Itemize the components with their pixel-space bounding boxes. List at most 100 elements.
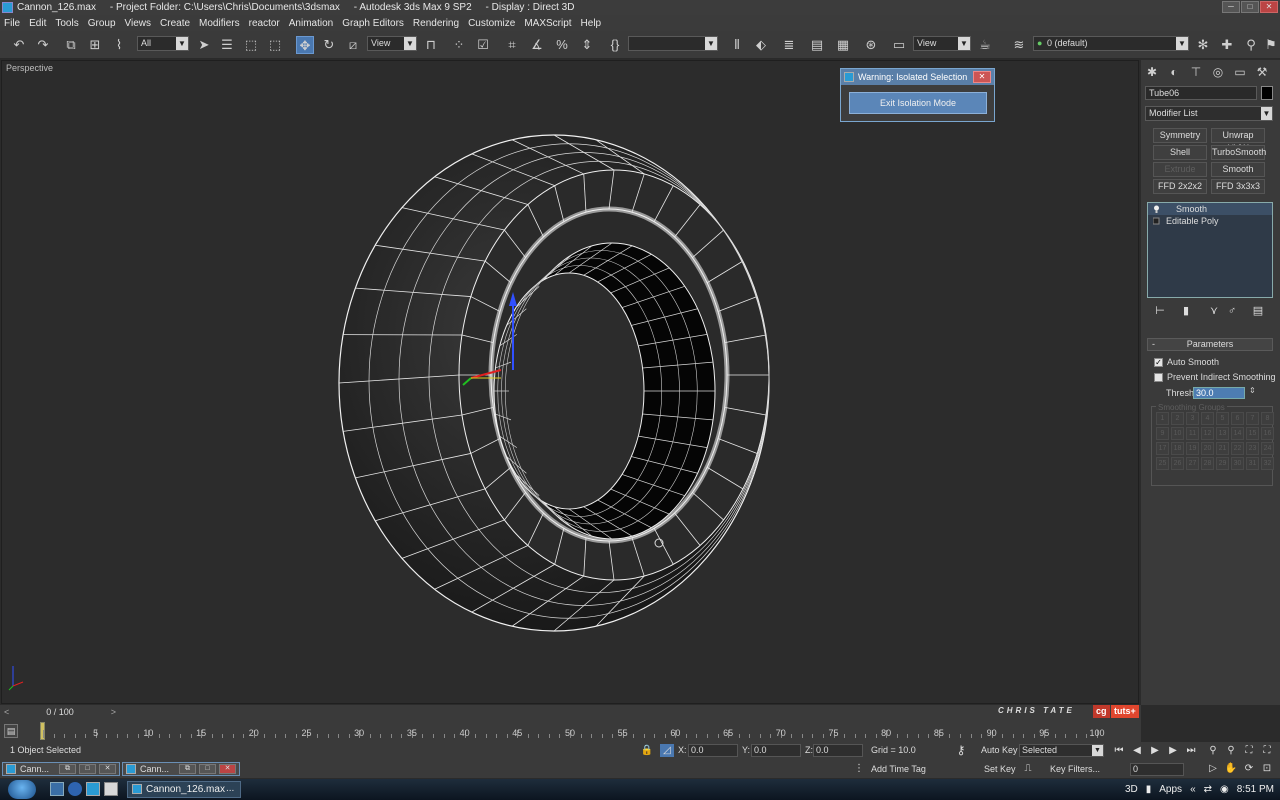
schematic-view-icon[interactable]: ▦ <box>834 36 852 54</box>
set-key-button[interactable]: Set Key <box>984 764 1016 774</box>
smoothing-group-1[interactable]: 1 <box>1156 412 1169 425</box>
modifier-stack[interactable]: Smooth Editable Poly <box>1147 202 1273 298</box>
auto-smooth-checkbox[interactable]: ✓ <box>1154 358 1163 367</box>
quick-render-icon[interactable]: ☕ <box>976 36 994 54</box>
track-bar[interactable]: ▤ 5 10 15 20 25 30 35 40 45 50 55 60 65 70 75 80 85 90 95 1… <box>0 720 1141 742</box>
bind-space-warp-icon[interactable]: ⌇ <box>110 36 128 54</box>
angle-snap-icon[interactable]: ∡ <box>528 36 546 54</box>
set-current-layer-icon[interactable]: ⚑ <box>1262 36 1280 54</box>
menu-file[interactable]: File <box>4 18 20 29</box>
key-icon[interactable]: ⚷ <box>952 744 970 757</box>
smoothing-group-21[interactable]: 21 <box>1216 442 1229 455</box>
select-by-name-icon[interactable]: ☰ <box>218 36 236 54</box>
shell-button[interactable]: Shell <box>1153 145 1207 160</box>
menu-modifiers[interactable]: Modifiers <box>199 18 240 29</box>
unwrap-uvw-button[interactable]: Unwrap UVW <box>1211 128 1265 153</box>
layers-icon[interactable]: ≋ <box>1010 36 1028 54</box>
open-mini-curve-editor-icon[interactable]: ▤ <box>4 724 18 738</box>
maximize-icon[interactable]: □ <box>199 764 216 774</box>
tire-mesh[interactable] <box>1 60 1139 704</box>
redo-icon[interactable]: ↷ <box>34 36 52 54</box>
network-icon[interactable]: ⇄ <box>1204 784 1212 795</box>
hierarchy-tab-icon[interactable]: ⊤ <box>1189 65 1203 79</box>
go-to-end-icon[interactable]: ⏭ <box>1184 744 1198 757</box>
app-icon[interactable] <box>2 2 13 13</box>
select-and-scale-icon[interactable]: ⧄ <box>344 36 362 54</box>
menu-graph-editors[interactable]: Graph Editors <box>342 18 404 29</box>
taskbar-item-3dsmax[interactable]: Cannon_126.max <box>127 781 241 798</box>
named-selection-dropdown[interactable]: ▼ <box>628 36 718 51</box>
add-time-tag[interactable]: Add Time Tag <box>871 764 926 774</box>
previous-frame-icon[interactable]: ◀ <box>1130 744 1144 757</box>
snaps-toggle-icon[interactable]: ⌗ <box>503 36 521 54</box>
maximize-viewport-icon[interactable]: ⊡ <box>1260 762 1274 775</box>
smoothing-group-25[interactable]: 25 <box>1156 457 1169 470</box>
lightbulb-icon[interactable] <box>1153 205 1160 213</box>
restore-icon[interactable]: ⧉ <box>59 764 76 774</box>
create-layer-icon[interactable]: ✻ <box>1194 36 1212 54</box>
edit-named-selection-icon[interactable]: {} <box>606 36 624 54</box>
minimize-button[interactable]: ─ <box>1222 1 1240 13</box>
smoothing-group-12[interactable]: 12 <box>1201 427 1214 440</box>
smoothing-group-28[interactable]: 28 <box>1201 457 1214 470</box>
smoothing-group-29[interactable]: 29 <box>1216 457 1229 470</box>
next-frame-icon[interactable]: ▶ <box>1166 744 1180 757</box>
configure-modifier-sets-icon[interactable]: ▤ <box>1251 304 1265 318</box>
menu-create[interactable]: Create <box>160 18 190 29</box>
lock-selection-icon[interactable]: 🔒 <box>640 744 654 757</box>
parameters-rollout-header[interactable]: - Parameters <box>1147 338 1273 351</box>
smoothing-group-4[interactable]: 4 <box>1201 412 1214 425</box>
z-coordinate-field[interactable]: 0.0 <box>813 744 863 757</box>
menu-tools[interactable]: Tools <box>55 18 78 29</box>
align-icon[interactable]: ⬖ <box>752 36 770 54</box>
spinner-snap-icon[interactable]: ⇕ <box>578 36 596 54</box>
close-icon[interactable]: ✕ <box>219 764 236 774</box>
select-and-rotate-icon[interactable]: ↻ <box>320 36 338 54</box>
menu-animation[interactable]: Animation <box>289 18 333 29</box>
volume-icon[interactable]: ◉ <box>1220 784 1229 795</box>
smoothing-group-13[interactable]: 13 <box>1216 427 1229 440</box>
smoothing-group-11[interactable]: 11 <box>1186 427 1199 440</box>
modify-tab-icon[interactable]: ◐ <box>1167 65 1181 79</box>
window-crossing-icon[interactable]: ⬚ <box>266 36 284 54</box>
smoothing-group-6[interactable]: 6 <box>1231 412 1244 425</box>
smooth-button[interactable]: Smooth <box>1211 162 1265 177</box>
y-coordinate-field[interactable]: 0.0 <box>751 744 801 757</box>
smoothing-group-18[interactable]: 18 <box>1171 442 1184 455</box>
menu-views[interactable]: Views <box>125 18 152 29</box>
percent-snap-icon[interactable]: % <box>553 36 571 54</box>
manipulate-icon[interactable]: ⁘ <box>450 36 468 54</box>
object-name-field[interactable]: Tube06 <box>1145 86 1257 100</box>
zoom-extents-icon[interactable]: ⛶ <box>1242 744 1256 757</box>
3dsmax-launch-icon[interactable] <box>86 782 100 796</box>
go-to-start-icon[interactable]: ⏮ <box>1112 744 1126 757</box>
smoothing-group-9[interactable]: 9 <box>1156 427 1169 440</box>
menu-group[interactable]: Group <box>88 18 116 29</box>
current-frame-field[interactable]: 0 <box>1130 763 1184 776</box>
minimized-window-1[interactable]: Cann... ⧉ □ ✕ <box>2 762 120 776</box>
set-keys-icon[interactable]: ⎍ <box>1019 762 1037 775</box>
smoothing-group-20[interactable]: 20 <box>1201 442 1214 455</box>
play-icon[interactable]: ▶ <box>1148 744 1162 757</box>
stack-item-smooth[interactable]: Smooth <box>1148 203 1272 215</box>
pivot-center-icon[interactable]: ⊓ <box>422 36 440 54</box>
zoom-all-icon[interactable]: ⚲ <box>1224 744 1238 757</box>
menu-edit[interactable]: Edit <box>29 18 46 29</box>
smoothing-group-22[interactable]: 22 <box>1231 442 1244 455</box>
menu-rendering[interactable]: Rendering <box>413 18 459 29</box>
key-mode-dropdown[interactable]: Selected ▼ <box>1019 744 1104 757</box>
chevron-left-icon[interactable]: < <box>4 705 9 720</box>
smoothing-group-27[interactable]: 27 <box>1186 457 1199 470</box>
add-to-layer-icon[interactable]: ✚ <box>1218 36 1236 54</box>
smoothing-group-10[interactable]: 10 <box>1171 427 1184 440</box>
tray-apps-label[interactable]: Apps <box>1159 784 1182 795</box>
reference-coord-dropdown[interactable]: View ▼ <box>367 36 417 51</box>
remove-modifier-icon[interactable]: ♂ <box>1225 304 1239 318</box>
minimized-window-2[interactable]: Cann... ⧉ □ ✕ <box>122 762 240 776</box>
zoom-extents-all-icon[interactable]: ⛶ <box>1260 744 1274 757</box>
exit-isolation-button[interactable]: Exit Isolation Mode <box>849 92 987 114</box>
ffd-2x2x2-button[interactable]: FFD 2x2x2 <box>1153 179 1207 194</box>
undo-icon[interactable]: ↶ <box>10 36 28 54</box>
smoothing-group-5[interactable]: 5 <box>1216 412 1229 425</box>
link-icon[interactable]: ⧉ <box>62 36 80 54</box>
